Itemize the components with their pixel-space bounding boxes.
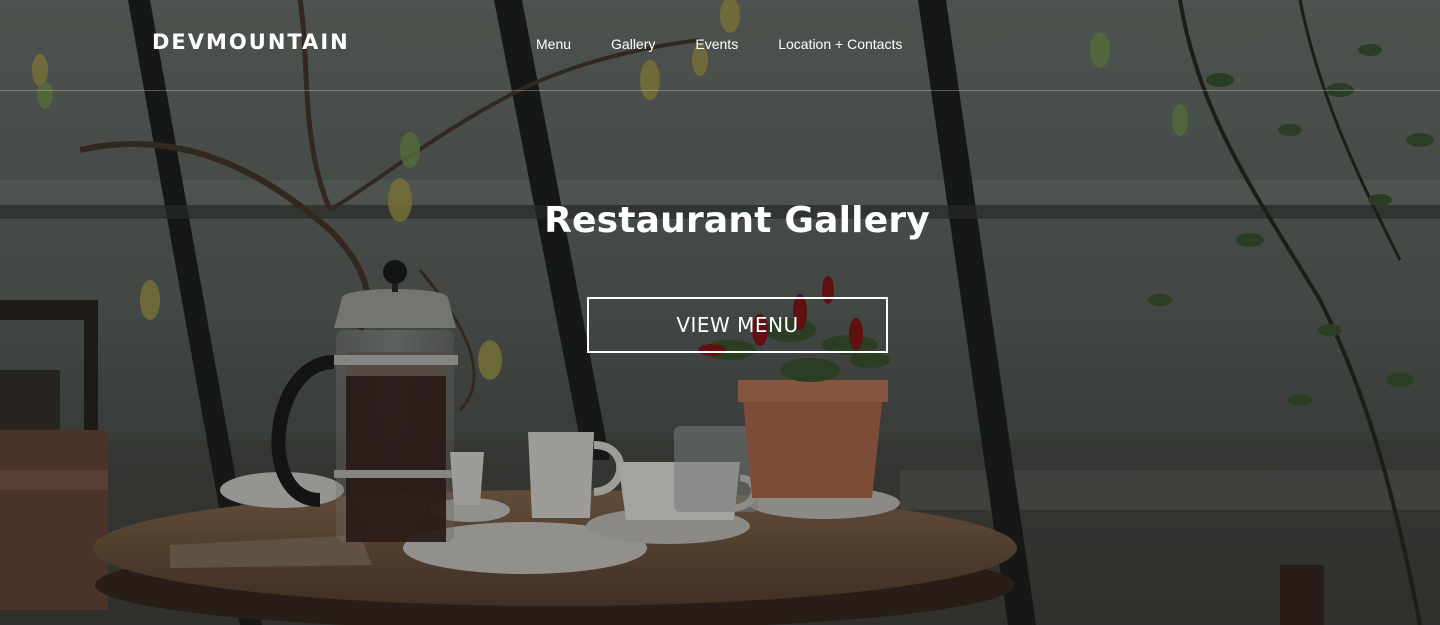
hero-section: DEVMOUNTAIN Menu Gallery Events Location… [0,0,1440,625]
top-navigation: DEVMOUNTAIN Menu Gallery Events Location… [0,0,1440,91]
nav-link-location-contacts[interactable]: Location + Contacts [758,36,922,52]
nav-link-events[interactable]: Events [675,36,758,52]
nav-link-gallery[interactable]: Gallery [591,36,675,52]
page-title: Restaurant Gallery [544,200,930,241]
brand-logo[interactable]: DEVMOUNTAIN [152,30,350,54]
view-menu-button[interactable]: VIEW MENU [587,297,888,353]
nav-links: Menu Gallery Events Location + Contacts [516,36,922,54]
nav-link-menu[interactable]: Menu [516,36,591,52]
